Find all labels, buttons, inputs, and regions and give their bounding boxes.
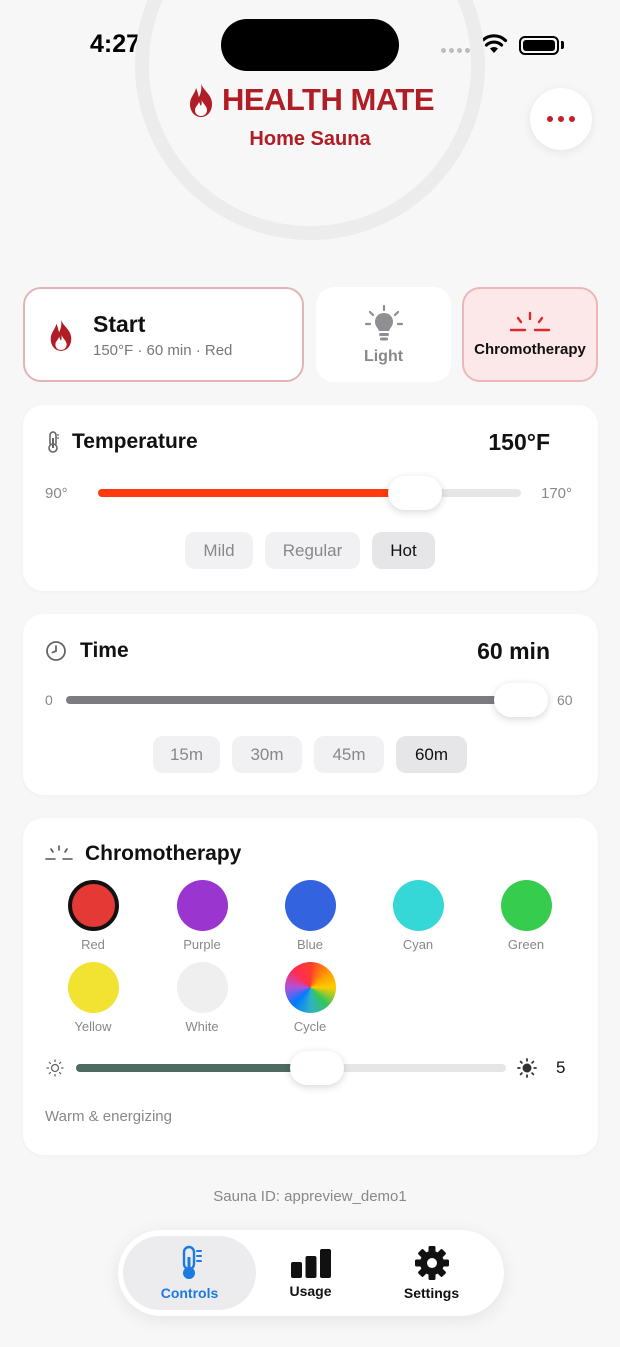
cyan-swatch <box>392 880 444 931</box>
time-min-label: 0 <box>45 692 53 708</box>
temperature-value: 150°F <box>488 429 550 455</box>
color-label: Green <box>507 937 545 952</box>
color-label: Red <box>81 937 105 952</box>
purple-swatch <box>176 880 228 931</box>
clock-icon <box>46 641 66 661</box>
lightbulb-icon <box>364 304 403 340</box>
color-label: White <box>185 1019 219 1034</box>
color-label: Purple <box>183 937 221 952</box>
chromotherapy-button[interactable]: Chromotherapy <box>462 287 598 382</box>
preset-15m-button[interactable]: 15m <box>153 736 220 773</box>
green-swatch <box>500 880 552 931</box>
tab-usage[interactable]: Usage <box>244 1236 377 1310</box>
color-description: Warm & energizing <box>45 1108 172 1125</box>
sunrise-icon <box>45 845 73 860</box>
brightness-high-icon <box>517 1058 537 1078</box>
tab-bar: Controls Usage Settings <box>118 1230 504 1316</box>
flame-icon <box>50 318 72 351</box>
start-summary: 150°F · 60 min · Red <box>93 341 233 359</box>
color-label: Cyan <box>402 937 434 952</box>
tab-settings[interactable]: Settings <box>365 1236 498 1310</box>
preset-60m-button[interactable]: 60m <box>396 736 467 773</box>
color-option-cyan[interactable]: Cyan <box>383 880 453 952</box>
temperature-slider[interactable] <box>98 489 521 497</box>
chromotherapy-title: Chromotherapy <box>85 842 242 865</box>
chromotherapy-label: Chromotherapy <box>474 341 586 358</box>
start-session-button[interactable]: Start 150°F · 60 min · Red <box>23 287 304 382</box>
color-label: Yellow <box>74 1019 112 1034</box>
battery-icon <box>519 36 559 55</box>
yellow-swatch <box>67 962 119 1013</box>
brightness-slider-thumb[interactable] <box>289 1051 344 1085</box>
time-value: 60 min <box>477 638 550 664</box>
temperature-title: Temperature <box>72 430 198 453</box>
color-option-purple[interactable]: Purple <box>167 880 237 952</box>
time-title: Time <box>80 639 129 662</box>
light-label: Light <box>363 347 404 365</box>
start-label: Start <box>93 310 146 337</box>
time-slider-fill <box>66 696 544 704</box>
chromotherapy-card: Chromotherapy Red Purple Blue Cyan Green… <box>23 818 598 1155</box>
battery-tip <box>561 41 564 49</box>
red-swatch <box>67 880 119 931</box>
white-swatch <box>176 962 228 1013</box>
bar-chart-icon <box>290 1249 331 1278</box>
color-option-green[interactable]: Green <box>491 880 561 952</box>
flame-logo-icon <box>189 83 212 117</box>
temperature-max-label: 170° <box>541 485 573 502</box>
preset-30m-button[interactable]: 30m <box>232 736 302 773</box>
color-option-red[interactable]: Red <box>58 880 128 952</box>
tab-label: Usage <box>289 1283 332 1299</box>
preset-regular-button[interactable]: Regular <box>265 532 360 569</box>
blue-swatch <box>284 880 336 931</box>
time-max-label: 60 <box>557 692 573 708</box>
brand-name: HEALTH MATE <box>221 82 435 117</box>
temperature-min-label: 90° <box>45 485 68 502</box>
brightness-slider-fill <box>76 1064 317 1072</box>
brightness-low-icon <box>46 1059 64 1077</box>
light-button[interactable]: Light <box>316 287 451 382</box>
preset-hot-button[interactable]: Hot <box>372 532 435 569</box>
preset-45m-button[interactable]: 45m <box>314 736 384 773</box>
header-halo <box>135 0 485 240</box>
gear-icon <box>414 1246 449 1280</box>
temperature-slider-thumb[interactable] <box>388 476 443 510</box>
preset-mild-button[interactable]: Mild <box>185 532 253 569</box>
thermometer-icon <box>48 431 59 453</box>
brightness-value: 5 <box>556 1058 566 1077</box>
color-option-white[interactable]: White <box>167 962 237 1034</box>
brand-logo: HEALTH MATE <box>160 82 460 118</box>
thermometer-icon <box>182 1245 202 1279</box>
status-time: 4:27 <box>90 30 141 58</box>
sauna-id-label: Sauna ID: appreview_demo1 <box>213 1188 407 1205</box>
more-options-button[interactable] <box>530 88 592 150</box>
tab-controls[interactable]: Controls <box>123 1236 256 1310</box>
temperature-slider-fill <box>98 489 416 497</box>
sunrise-icon <box>509 311 551 332</box>
cycle-rainbow-swatch <box>284 962 336 1013</box>
tab-label: Settings <box>403 1285 460 1301</box>
color-label: Cycle <box>293 1019 327 1034</box>
color-option-yellow[interactable]: Yellow <box>58 962 128 1034</box>
color-option-blue[interactable]: Blue <box>275 880 345 952</box>
color-label: Blue <box>296 937 324 952</box>
time-card: Time 60 min 0 60 15m 30m 45m 60m <box>23 614 598 795</box>
time-slider[interactable] <box>66 696 544 704</box>
tab-label: Controls <box>160 1285 219 1301</box>
time-slider-thumb[interactable] <box>494 683 548 717</box>
color-option-cycle[interactable]: Cycle <box>275 962 345 1034</box>
brand-subtitle: Home Sauna <box>249 128 371 150</box>
temperature-card: Temperature 150°F 90° 170° Mild Regular … <box>23 405 598 591</box>
